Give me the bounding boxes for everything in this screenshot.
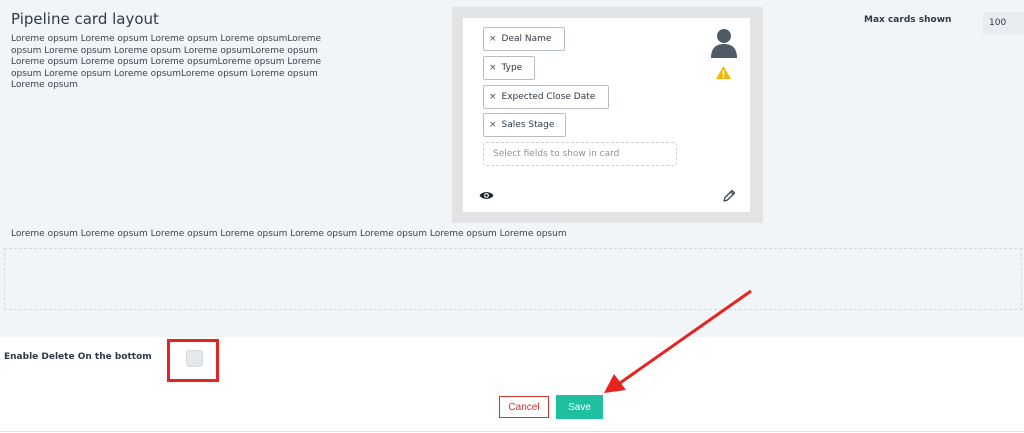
field-chip-expected-close-date[interactable]: × Expected Close Date [483,85,609,109]
avatar-icon [711,29,737,58]
section-description: Loreme opsum Loreme opsum Loreme opsum L… [11,34,322,90]
field-chip-sales-stage[interactable]: × Sales Stage [483,113,566,137]
warning-icon [716,66,731,79]
save-button[interactable]: Save [556,395,603,419]
field-chip-label: Sales Stage [501,120,555,130]
field-chip-label: Type [501,63,523,73]
max-cards-label: Max cards shown [864,15,952,25]
field-chip-label: Expected Close Date [501,92,596,102]
field-select-input[interactable]: Select fields to show in card [483,142,677,166]
enable-delete-label: Enable Delete On the bottom [4,352,152,362]
eye-icon[interactable] [479,190,494,201]
max-cards-input[interactable]: 100 [983,12,1024,34]
field-chip-label: Deal Name [501,34,552,44]
field-chip-type[interactable]: × Type [483,56,535,80]
remove-chip-icon[interactable]: × [489,34,497,44]
drop-zone[interactable] [4,248,1022,310]
enable-delete-checkbox[interactable] [186,350,203,367]
remove-chip-icon[interactable]: × [489,63,497,73]
cancel-button[interactable]: Cancel [499,396,549,418]
remove-chip-icon[interactable]: × [489,92,497,102]
section-title: Pipeline card layout [11,10,159,28]
secondary-description: Loreme opsum Loreme opsum Loreme opsum L… [11,229,567,239]
pencil-icon[interactable] [722,189,736,203]
footer-divider [0,431,1024,432]
field-chip-deal-name[interactable]: × Deal Name [483,27,565,51]
remove-chip-icon[interactable]: × [489,120,497,130]
